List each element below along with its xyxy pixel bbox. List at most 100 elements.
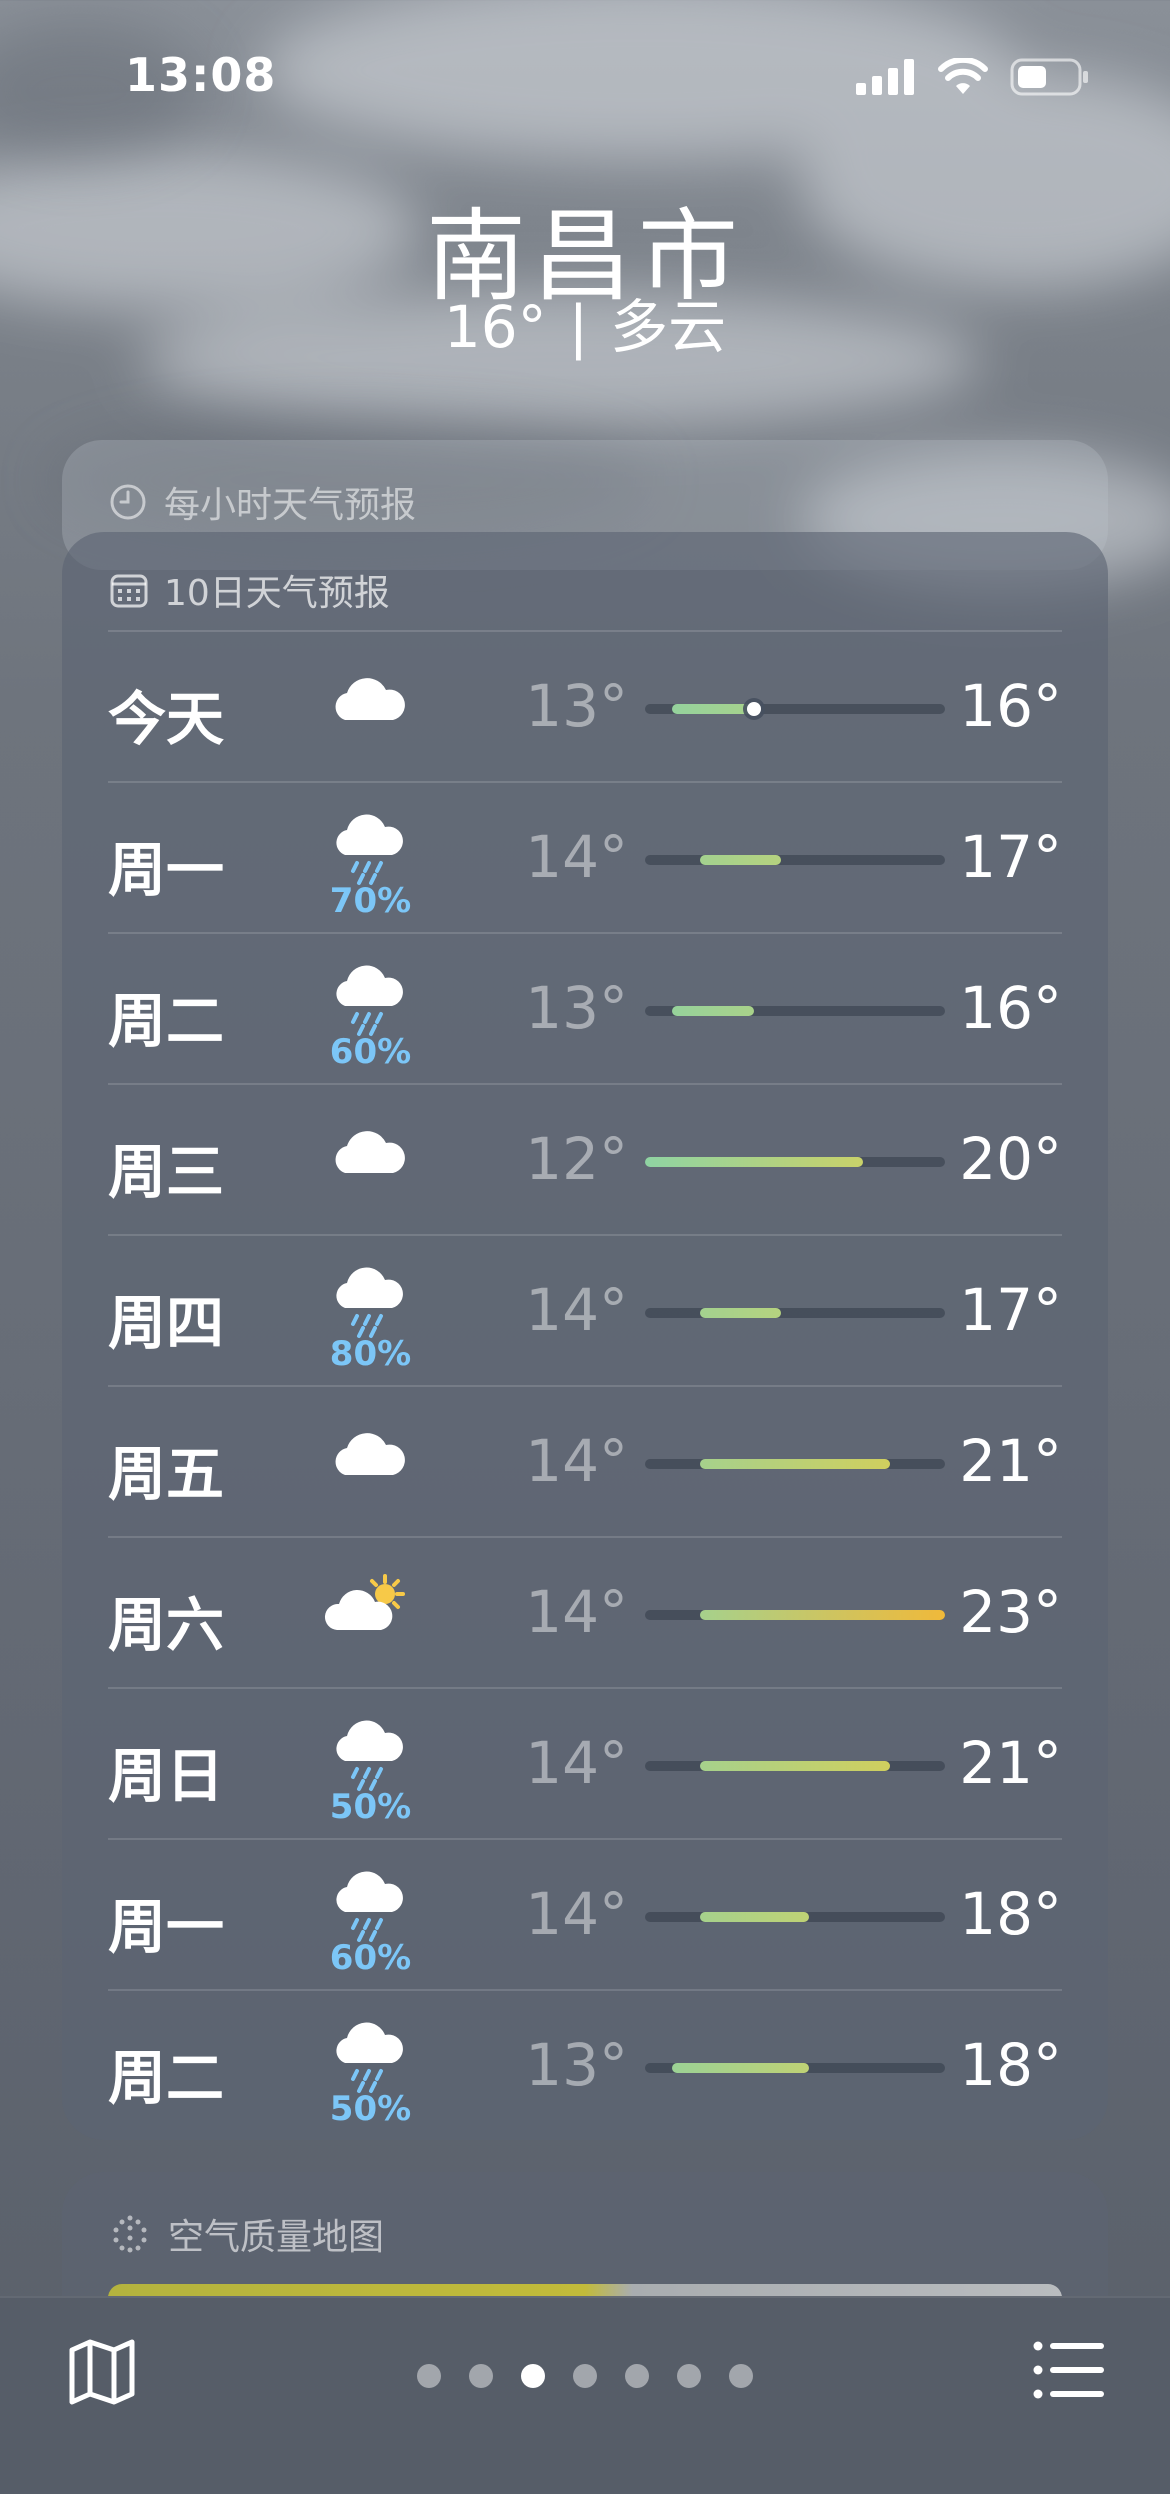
temperature-range-bar (645, 2063, 945, 2073)
forecast-day: 周四 (108, 1289, 225, 1357)
precipitation-chance: 70% (329, 881, 412, 921)
page-dot[interactable] (573, 2364, 597, 2388)
current-temperature-marker (747, 702, 762, 716)
forecast-row[interactable]: 周日 50% 14° 21° (108, 1687, 1062, 1840)
temperature-range-bar (645, 1308, 945, 1318)
forecast-day: 周二 (108, 987, 225, 1055)
temperature-range-bar (645, 855, 945, 865)
current-conditions: 16° | 多云 (0, 280, 1170, 364)
current-temperature: 16° (443, 293, 547, 361)
forecast-row[interactable]: 周三 12° 20° (108, 1083, 1062, 1236)
partly-sunny-icon (323, 1566, 413, 1646)
forecast-row[interactable]: 周六 14° 23° (108, 1536, 1062, 1689)
cloud-rain-icon (323, 811, 413, 891)
page-indicator[interactable] (0, 2364, 1170, 2388)
high-temperature: 21° (959, 1729, 1062, 1797)
temperature-range-fill (699, 1459, 891, 1469)
air-quality-title: 空气质量地图 (168, 2217, 385, 2258)
forecast-day: 周六 (108, 1591, 225, 1659)
low-temperature: 13° (525, 2031, 628, 2099)
low-temperature: 14° (525, 1729, 628, 1797)
low-temperature: 12° (525, 1125, 628, 1193)
forecast-row[interactable]: 周一 70% 14° 17° (108, 781, 1062, 934)
cloud-rain-icon (323, 1264, 413, 1344)
list-icon[interactable] (1032, 2338, 1104, 2402)
page-dot[interactable] (625, 2364, 649, 2388)
forecast-row[interactable]: 今天 13° 16° (108, 630, 1062, 783)
cloud-rain-icon (323, 2019, 413, 2099)
forecast-row[interactable]: 周四 80% 14° 17° (108, 1234, 1062, 1387)
hourly-forecast-header: 每小时天气预报 (108, 476, 416, 528)
clock-icon (110, 484, 146, 520)
precipitation-chance: 50% (329, 1787, 412, 1827)
precipitation-chance: 60% (329, 1938, 412, 1978)
temperature-range-bar (645, 1610, 945, 1620)
temperature-range-fill (699, 1308, 782, 1318)
forecast-day: 周五 (108, 1440, 225, 1508)
temperature-range-fill (699, 1761, 891, 1771)
page-dot[interactable] (469, 2364, 493, 2388)
low-temperature: 13° (525, 974, 628, 1042)
forecast-row[interactable]: 周二 50% 13° 18° (108, 1989, 1062, 2142)
temperature-range-fill (672, 1006, 755, 1016)
forecast-row[interactable]: 周五 14° 21° (108, 1385, 1062, 1538)
forecast-row[interactable]: 周一 60% 14° 18° (108, 1838, 1062, 1991)
temperature-range-bar (645, 1761, 945, 1771)
page-dot[interactable] (677, 2364, 701, 2388)
temperature-range-bar (645, 1157, 945, 1167)
high-temperature: 18° (959, 2031, 1062, 2099)
forecast-day: 周三 (108, 1138, 225, 1206)
temperature-range-bar (645, 1006, 945, 1016)
wifi-icon (938, 58, 988, 94)
temperature-range-fill (699, 1610, 945, 1620)
precipitation-chance: 50% (329, 2089, 412, 2129)
forecast-day: 今天 (108, 685, 225, 753)
temperature-range-fill (699, 855, 782, 865)
signal-icon (856, 59, 914, 95)
cloud-rain-icon (323, 1868, 413, 1948)
air-quality-header: 空气质量地图 (108, 2208, 384, 2260)
high-temperature: 17° (959, 1276, 1062, 1344)
calendar-icon (110, 574, 148, 608)
temperature-range-fill (699, 1912, 809, 1922)
cloud-icon (323, 1113, 413, 1193)
cloud-icon (323, 660, 413, 740)
low-temperature: 14° (525, 1276, 628, 1344)
low-temperature: 14° (525, 1880, 628, 1948)
cloud-rain-icon (323, 1717, 413, 1797)
temperature-range-bar (645, 1912, 945, 1922)
temperature-range-fill (645, 1157, 864, 1167)
status-icons (856, 58, 1090, 96)
cloud-icon (323, 1415, 413, 1495)
precipitation-chance: 60% (329, 1032, 412, 1072)
high-temperature: 20° (959, 1125, 1062, 1193)
ten-day-header: 10日天气预报 (110, 564, 390, 616)
high-temperature: 16° (959, 672, 1062, 740)
temperature-range-fill (672, 704, 755, 714)
page-dot[interactable] (729, 2364, 753, 2388)
battery-icon (1010, 58, 1088, 96)
high-temperature: 18° (959, 1880, 1062, 1948)
precipitation-chance: 80% (329, 1334, 412, 1374)
forecast-day: 周二 (108, 2044, 225, 2112)
page-dot[interactable] (521, 2364, 545, 2388)
forecast-day: 周一 (108, 836, 225, 904)
hourly-forecast-title: 每小时天气预报 (164, 485, 417, 526)
high-temperature: 23° (959, 1578, 1062, 1646)
ten-day-forecast-card[interactable]: 10日天气预报 今天 13° 16° 周一 70% 14° 17° 周二 60% 13° 16° 周三… (62, 532, 1108, 2140)
current-condition: 多云 (610, 293, 727, 361)
high-temperature: 17° (959, 823, 1062, 891)
temperature-range-bar (645, 702, 945, 716)
low-temperature: 14° (525, 1578, 628, 1646)
status-bar: 13:08 (0, 0, 1170, 150)
low-temperature: 14° (525, 823, 628, 891)
air-quality-icon (113, 2215, 147, 2253)
low-temperature: 13° (525, 672, 628, 740)
page-dot[interactable] (417, 2364, 441, 2388)
high-temperature: 21° (959, 1427, 1062, 1495)
temperature-range-fill (672, 2063, 809, 2073)
temperature-range-bar (645, 1459, 945, 1469)
forecast-row[interactable]: 周二 60% 13° 16° (108, 932, 1062, 1085)
conditions-separator: | (568, 293, 589, 361)
ten-day-title: 10日天气预报 (164, 573, 390, 614)
